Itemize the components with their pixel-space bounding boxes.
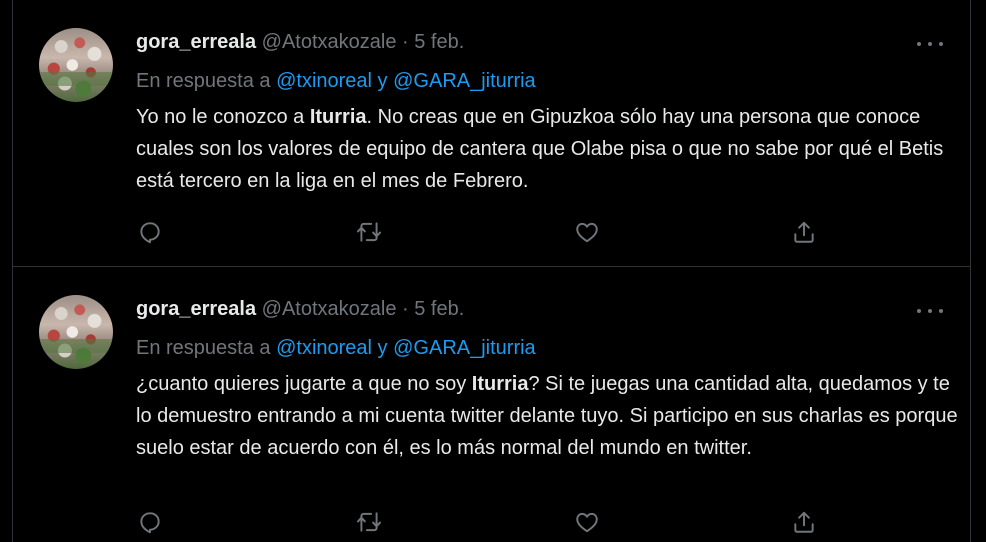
handle[interactable]: @Atotxakozale [262,298,397,320]
tweet[interactable]: gora_erreala @Atotxakozale · 5 feb. En r… [13,267,970,542]
display-name[interactable]: gora_erreala [136,31,256,53]
share-icon [794,511,814,533]
like-icon [576,222,598,243]
share-button[interactable] [790,508,818,536]
tweet-actions [136,508,826,536]
separator: · [396,31,415,53]
reply-button[interactable] [136,508,164,536]
separator: · [396,298,415,320]
mention-link[interactable]: @txinoreal [276,70,372,92]
tweet-text-bold: Iturria [471,373,529,395]
timeline: gora_erreala @Atotxakozale · 5 feb. En r… [0,0,986,542]
reply-conjunction: y [372,337,394,359]
reply-conjunction: y [372,70,394,92]
retweet-button[interactable] [355,218,383,246]
like-button[interactable] [573,218,601,246]
reply-context: En respuesta a @txinoreal y @GARA_jiturr… [136,337,536,360]
avatar[interactable] [39,295,113,369]
reply-icon [140,512,160,534]
share-button[interactable] [790,218,818,246]
avatar[interactable] [39,28,113,102]
more-icon[interactable] [917,301,943,321]
like-button[interactable] [573,508,601,536]
like-icon [576,512,598,533]
tweet-text-bold: Iturria [309,106,367,128]
timestamp[interactable]: 5 feb. [414,298,464,320]
tweet-actions [136,218,826,246]
reply-prefix: En respuesta a [136,70,277,92]
column-border-right [970,0,971,542]
tweet-text: ¿cuanto quieres jugarte a que no soy Itu… [136,368,966,464]
more-icon[interactable] [917,34,943,54]
tweet-text: Yo no le conozco a Iturria. No creas que… [136,101,966,197]
timestamp[interactable]: 5 feb. [414,31,464,53]
display-name[interactable]: gora_erreala [136,298,256,320]
tweet-text-part: Yo no le conozco a [136,106,310,128]
tweet[interactable]: gora_erreala @Atotxakozale · 5 feb. En r… [13,0,970,266]
retweet-icon [356,222,382,242]
reply-prefix: En respuesta a [136,337,277,359]
tweet-text-part: ¿cuanto quieres jugarte a que no soy [136,373,472,395]
handle[interactable]: @Atotxakozale [262,31,397,53]
reply-icon [140,222,160,244]
retweet-icon [356,512,382,532]
tweet-header: gora_erreala @Atotxakozale · 5 feb. [136,31,464,57]
reply-button[interactable] [136,218,164,246]
reply-context: En respuesta a @txinoreal y @GARA_jiturr… [136,70,536,93]
mention-link[interactable]: @GARA_jiturria [393,337,536,359]
mention-link[interactable]: @txinoreal [276,337,372,359]
retweet-button[interactable] [355,508,383,536]
tweet-header: gora_erreala @Atotxakozale · 5 feb. [136,298,464,324]
share-icon [794,221,814,243]
mention-link[interactable]: @GARA_jiturria [393,70,536,92]
